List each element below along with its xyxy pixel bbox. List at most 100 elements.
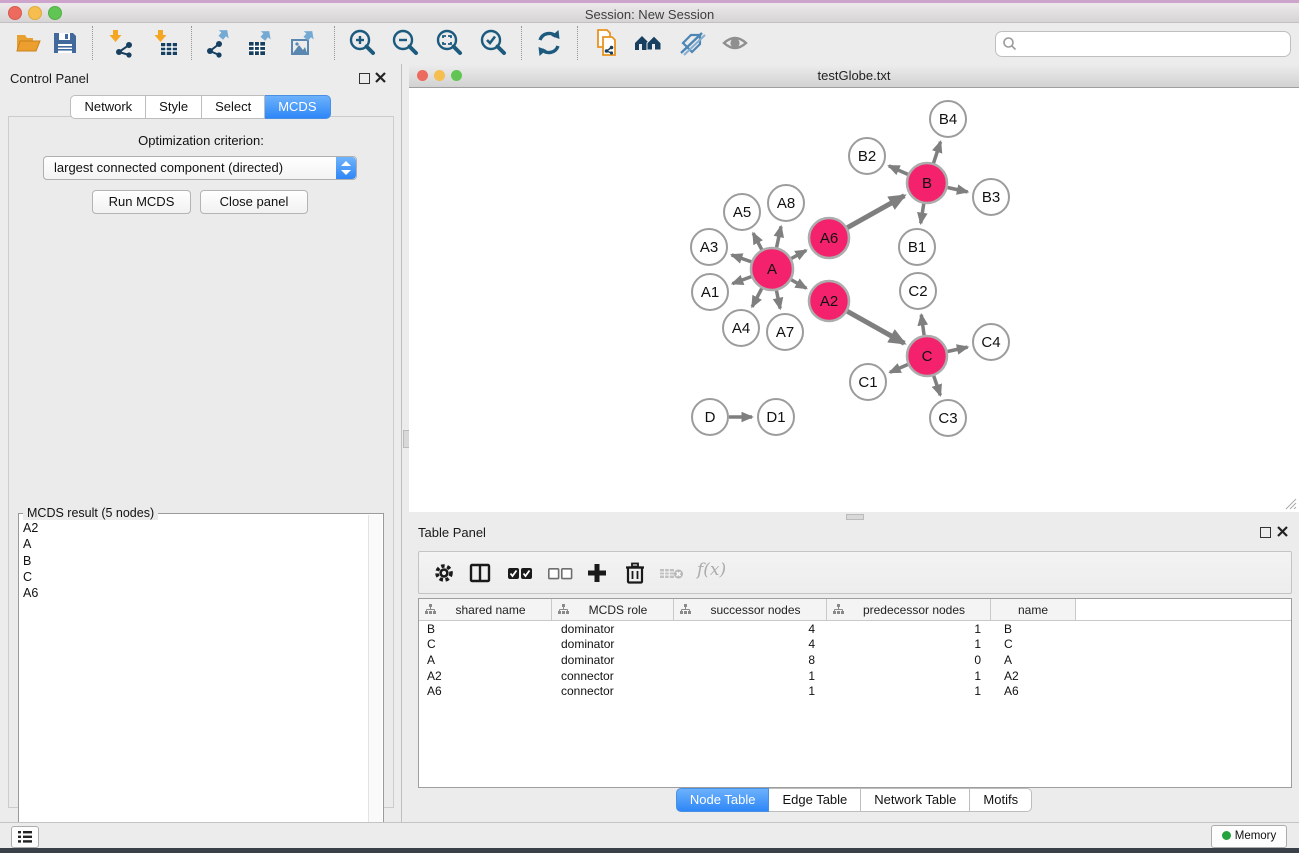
node-C1[interactable]: C1 (850, 364, 886, 400)
table-cell[interactable]: dominator (552, 653, 674, 667)
memory-button[interactable]: Memory (1211, 825, 1287, 848)
run-mcds-button[interactable]: Run MCDS (92, 190, 191, 214)
deselect-all-columns-icon[interactable] (547, 561, 571, 585)
column-header-successor-nodes[interactable]: successor nodes (674, 599, 827, 620)
export-table-icon[interactable] (246, 28, 276, 58)
node-table-body[interactable]: Bdominator41BCdominator41CAdominator80AA… (419, 621, 1291, 699)
node-B3[interactable]: B3 (973, 179, 1009, 215)
table-cell[interactable]: 8 (674, 653, 827, 667)
network-frame-titlebar[interactable]: testGlobe.txt (409, 64, 1299, 88)
table-row[interactable]: A6connector11A6 (419, 683, 1291, 699)
table-cell[interactable]: A (419, 653, 552, 667)
edge-B-B2[interactable] (889, 166, 908, 175)
tab-select[interactable]: Select (202, 95, 265, 119)
tab-edge-table[interactable]: Edge Table (769, 788, 861, 812)
table-cell[interactable]: A2 (991, 669, 1076, 683)
table-row[interactable]: Cdominator41C (419, 637, 1291, 653)
select-all-columns-icon[interactable] (507, 561, 531, 585)
table-cell[interactable]: A6 (991, 684, 1076, 698)
table-cell[interactable]: C (419, 637, 552, 651)
node-B2[interactable]: B2 (849, 138, 885, 174)
column-header-predecessor-nodes[interactable]: predecessor nodes (827, 599, 991, 620)
float-panel-icon[interactable] (359, 73, 370, 84)
edge-A-A2[interactable] (791, 280, 806, 289)
criterion-dropdown[interactable]: largest connected component (directed) (43, 156, 357, 180)
table-close-panel-icon[interactable] (1277, 526, 1288, 537)
result-item[interactable]: A (23, 536, 367, 552)
node-table-header[interactable]: shared nameMCDS rolesuccessor nodesprede… (419, 599, 1291, 621)
tab-node-table[interactable]: Node Table (676, 788, 770, 812)
node-D1[interactable]: D1 (758, 399, 794, 435)
table-cell[interactable]: 1 (827, 669, 991, 683)
table-cell[interactable]: 1 (827, 637, 991, 651)
node-C3[interactable]: C3 (930, 400, 966, 436)
resize-grip-icon[interactable] (1284, 497, 1297, 510)
edge-A-A6[interactable] (791, 250, 806, 258)
node-C[interactable]: C (907, 336, 947, 376)
mcds-result-list[interactable]: A2ABCA6 (23, 520, 367, 849)
result-item[interactable]: A2 (23, 520, 367, 536)
table-cell[interactable]: dominator (552, 637, 674, 651)
table-cell[interactable]: connector (552, 684, 674, 698)
node-A3[interactable]: A3 (691, 229, 727, 265)
delete-column-icon[interactable] (623, 561, 647, 585)
edge-A-A5[interactable] (753, 233, 762, 249)
edge-A2-C[interactable] (847, 311, 904, 343)
refresh-icon[interactable] (534, 28, 564, 58)
edge-B-B1[interactable] (921, 204, 924, 224)
tab-network[interactable]: Network (70, 95, 146, 119)
close-panel-icon[interactable] (375, 72, 386, 83)
table-cell[interactable]: 1 (674, 669, 827, 683)
node-B4[interactable]: B4 (930, 101, 966, 137)
export-image-icon[interactable] (289, 28, 319, 58)
edge-C-C3[interactable] (934, 376, 941, 395)
zoom-selected-icon[interactable] (478, 28, 508, 58)
table-cell[interactable]: 1 (674, 684, 827, 698)
save-session-icon[interactable] (50, 28, 80, 58)
zoom-fit-icon[interactable] (434, 28, 464, 58)
network-canvas[interactable]: AA6A2BCA5A8A3A1A4A7B2B4B3B1C2C4C1C3DD1 (409, 88, 1298, 511)
edge-C-C1[interactable] (890, 364, 908, 372)
table-cell[interactable]: A6 (419, 684, 552, 698)
hide-labels-icon[interactable] (677, 28, 707, 58)
result-item[interactable]: C (23, 569, 367, 585)
edge-C-C4[interactable] (948, 347, 968, 351)
cybrowser-home-icon[interactable] (633, 28, 663, 58)
table-cell[interactable]: 4 (674, 637, 827, 651)
node-A2[interactable]: A2 (809, 281, 849, 321)
column-header-name[interactable]: name (991, 599, 1076, 620)
import-network-icon[interactable] (106, 28, 136, 58)
tab-motifs[interactable]: Motifs (970, 788, 1032, 812)
task-history-button[interactable] (11, 826, 39, 848)
table-cell[interactable]: 1 (827, 684, 991, 698)
node-A4[interactable]: A4 (723, 310, 759, 346)
table-row[interactable]: Adominator80A (419, 652, 1291, 668)
table-row[interactable]: Bdominator41B (419, 621, 1291, 637)
table-row[interactable]: A2connector11A2 (419, 668, 1291, 684)
open-file-icon[interactable] (14, 28, 44, 58)
node-A[interactable]: A (751, 248, 793, 290)
edge-A6-B[interactable] (847, 196, 904, 228)
export-network-icon[interactable] (204, 28, 234, 58)
result-scrollbar[interactable] (368, 515, 382, 850)
edge-B-B3[interactable] (948, 187, 968, 191)
tab-style[interactable]: Style (146, 95, 202, 119)
table-cell[interactable]: B (991, 622, 1076, 636)
table-cell[interactable]: B (419, 622, 552, 636)
horizontal-splitter[interactable] (409, 512, 1299, 520)
table-float-panel-icon[interactable] (1260, 527, 1271, 538)
result-item[interactable]: A6 (23, 585, 367, 601)
node-A6[interactable]: A6 (809, 218, 849, 258)
add-column-icon[interactable] (585, 561, 609, 585)
edge-C-C2[interactable] (921, 315, 924, 335)
table-cell[interactable]: A2 (419, 669, 552, 683)
edge-A-A1[interactable] (733, 277, 752, 284)
node-B1[interactable]: B1 (899, 229, 935, 265)
table-cell[interactable]: C (991, 637, 1076, 651)
table-cell[interactable]: 1 (827, 622, 991, 636)
node-table[interactable]: shared nameMCDS rolesuccessor nodesprede… (418, 598, 1292, 788)
node-C4[interactable]: C4 (973, 324, 1009, 360)
import-table-icon[interactable] (151, 28, 181, 58)
search-input[interactable] (1022, 34, 1286, 54)
edge-A-A3[interactable] (732, 255, 752, 262)
